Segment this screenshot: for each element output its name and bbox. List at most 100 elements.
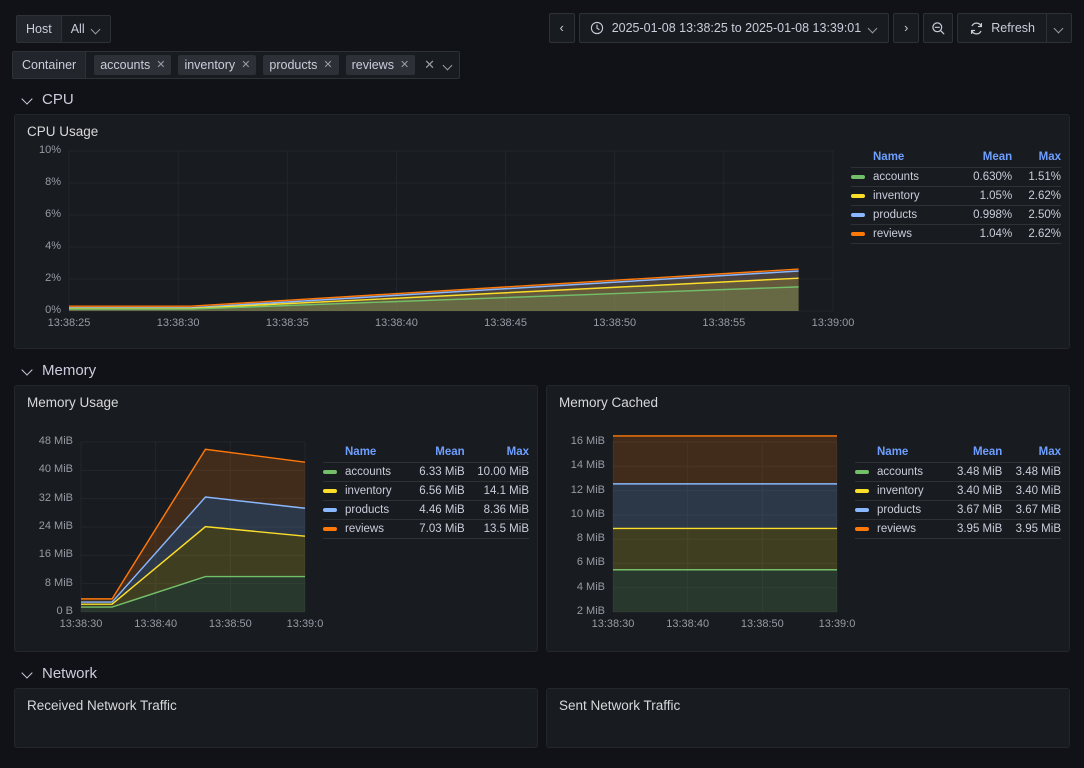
legend-row[interactable]: products 3.67 MiB 3.67 MiB	[855, 500, 1061, 520]
legend-header-max[interactable]: Max	[1012, 151, 1061, 168]
section-header-memory[interactable]: Memory	[0, 355, 1084, 385]
legend-cell-name[interactable]: inventory	[323, 481, 409, 501]
x-axis-tick-label: 13:38:40	[134, 618, 178, 630]
section-header-cpu[interactable]: CPU	[0, 84, 1084, 114]
legend-series-name: inventory	[873, 190, 920, 202]
container-variable-label: Container	[13, 52, 87, 78]
memory-panel-row: Memory Usage 0 B 8 MiB 16 MiB 24 MiB 32 MiB 4…	[0, 385, 1084, 652]
container-chip[interactable]: accounts ✕	[94, 55, 172, 75]
legend-row[interactable]: reviews 1.04% 2.62%	[851, 224, 1061, 244]
host-variable-selected: All	[70, 22, 85, 36]
container-chip[interactable]: reviews ✕	[345, 55, 416, 75]
legend-color-swatch	[851, 174, 865, 179]
legend-row[interactable]: accounts 6.33 MiB 10.00 MiB	[323, 462, 529, 482]
close-icon[interactable]: ✕	[323, 59, 332, 71]
zoom-out-icon	[931, 21, 946, 36]
host-variable-value[interactable]: All	[62, 16, 110, 42]
time-range-picker[interactable]: 2025-01-08 13:38:25 to 2025-01-08 13:39:…	[578, 13, 890, 43]
x-axis-tick-label: 13:39:00	[811, 317, 855, 329]
series-area-inventory	[613, 528, 837, 570]
dashboard-toolbar: Host All Container accounts ✕ inventory …	[0, 0, 1084, 84]
legend-header-name[interactable]: Name	[851, 151, 954, 168]
host-variable-picker[interactable]: Host All	[16, 15, 111, 43]
time-shift-forward-button[interactable]: ›	[893, 13, 920, 43]
legend-memory_cached: Name Mean Max accounts 3.48 MiB 3.48 MiB inven…	[855, 446, 1061, 539]
refresh-button[interactable]: Refresh	[957, 13, 1046, 43]
panel-title-received-network-traffic: Received Network Traffic	[27, 698, 177, 713]
legend-row[interactable]: inventory 3.40 MiB 3.40 MiB	[855, 481, 1061, 501]
close-icon[interactable]: ✕	[241, 59, 250, 71]
legend-cell-name[interactable]: accounts	[855, 462, 944, 482]
legend-header-mean[interactable]: Mean	[954, 151, 1012, 168]
clear-all-icon[interactable]: ✕	[422, 57, 437, 73]
panel-memory-usage: Memory Usage 0 B 8 MiB 16 MiB 24 MiB 32 MiB 4…	[14, 385, 538, 652]
legend-cell-max: 3.95 MiB	[1002, 519, 1061, 539]
container-variable-chips[interactable]: accounts ✕ inventory ✕ products ✕ review…	[86, 52, 459, 78]
section-title-network: Network	[42, 664, 98, 682]
legend-header-max[interactable]: Max	[1002, 446, 1061, 463]
panel-title-cpu-usage: CPU Usage	[27, 124, 99, 139]
chart-memory-cached[interactable]: 2 MiB 4 MiB 6 MiB 8 MiB 10 MiB 12 MiB 14 MiB 16…	[547, 410, 1069, 640]
legend-series-name: products	[873, 209, 918, 221]
refresh-interval-dropdown[interactable]	[1046, 13, 1072, 43]
legend-color-swatch	[855, 507, 869, 512]
legend-header-max[interactable]: Max	[465, 446, 529, 463]
legend-row[interactable]: products 0.998% 2.50%	[851, 205, 1061, 225]
legend-row[interactable]: accounts 0.630% 1.51%	[851, 167, 1061, 187]
legend-cell-name[interactable]: reviews	[855, 519, 944, 539]
y-axis-tick-label: 0 B	[56, 605, 73, 617]
legend-row[interactable]: reviews 7.03 MiB 13.5 MiB	[323, 519, 529, 539]
x-axis-tick-label: 13:38:55	[702, 317, 746, 329]
legend-cell-name[interactable]: inventory	[851, 186, 954, 206]
legend-cell-mean: 4.46 MiB	[408, 500, 465, 520]
chevron-down-icon[interactable]	[444, 61, 453, 70]
zoom-out-time-range-button[interactable]	[923, 13, 954, 43]
legend-cell-max: 2.62%	[1012, 186, 1061, 206]
time-shift-back-button[interactable]: ‹	[548, 13, 575, 43]
legend-cell-max: 13.5 MiB	[464, 519, 529, 539]
x-axis-tick-label: 13:39:0	[286, 618, 324, 630]
legend-row[interactable]: inventory 1.05% 2.62%	[851, 186, 1061, 206]
legend-series-name: inventory	[345, 485, 392, 497]
legend-series-name: products	[877, 504, 922, 516]
section-title-cpu: CPU	[42, 90, 74, 108]
x-axis-tick-label: 13:38:30	[59, 618, 103, 630]
legend-series-name: reviews	[877, 523, 916, 535]
container-variable-picker[interactable]: Container accounts ✕ inventory ✕ product…	[12, 51, 461, 79]
y-axis-tick-label: 10 MiB	[570, 507, 605, 520]
chevron-down-icon	[22, 365, 33, 376]
panel-cpu-usage: CPU Usage 0% 2% 4% 6% 8% 10% 13:38:25 13:38:30 1…	[14, 114, 1070, 349]
panel-sent-network-traffic: Sent Network Traffic	[546, 688, 1070, 748]
legend-header-mean[interactable]: Mean	[408, 446, 464, 463]
x-axis-tick-label: 13:38:35	[265, 317, 309, 329]
legend-row[interactable]: inventory 6.56 MiB 14.1 MiB	[323, 481, 529, 501]
container-chip[interactable]: products ✕	[263, 55, 339, 75]
legend-cell-name[interactable]: products	[851, 205, 954, 225]
legend-cell-name[interactable]: inventory	[855, 481, 944, 501]
close-icon[interactable]: ✕	[156, 59, 165, 71]
chevron-down-icon	[1055, 24, 1064, 33]
legend-cell-name[interactable]: reviews	[323, 519, 409, 539]
legend-row[interactable]: products 4.46 MiB 8.36 MiB	[323, 500, 529, 520]
legend-header-name[interactable]: Name	[323, 446, 408, 463]
refresh-label: Refresh	[991, 21, 1035, 35]
legend-cell-mean: 3.48 MiB	[943, 462, 1003, 482]
panel-title-sent-network-traffic: Sent Network Traffic	[559, 698, 681, 713]
legend-cell-name[interactable]: products	[855, 500, 944, 520]
legend-cell-name[interactable]: products	[323, 500, 409, 520]
chevron-down-icon	[22, 668, 33, 679]
legend-row[interactable]: reviews 3.95 MiB 3.95 MiB	[855, 519, 1061, 539]
section-header-network[interactable]: Network	[0, 658, 1084, 688]
legend-cell-name[interactable]: reviews	[851, 224, 954, 244]
legend-cell-name[interactable]: accounts	[323, 462, 409, 482]
legend-header-mean[interactable]: Mean	[944, 446, 1002, 463]
legend-header-name[interactable]: Name	[855, 446, 944, 463]
legend-row[interactable]: accounts 3.48 MiB 3.48 MiB	[855, 462, 1061, 482]
container-chip[interactable]: inventory ✕	[178, 55, 257, 75]
chart-cpu-usage[interactable]: 0% 2% 4% 6% 8% 10% 13:38:25 13:38:30 13:38:35 13:…	[15, 139, 1069, 337]
legend-cell-max: 14.1 MiB	[464, 481, 529, 501]
legend-cell-name[interactable]: accounts	[851, 167, 954, 187]
legend-cell-mean: 3.95 MiB	[943, 519, 1003, 539]
chart-memory-usage[interactable]: 0 B 8 MiB 16 MiB 24 MiB 32 MiB 40 MiB 48 MiB 13…	[15, 410, 537, 640]
close-icon[interactable]: ✕	[400, 59, 409, 71]
